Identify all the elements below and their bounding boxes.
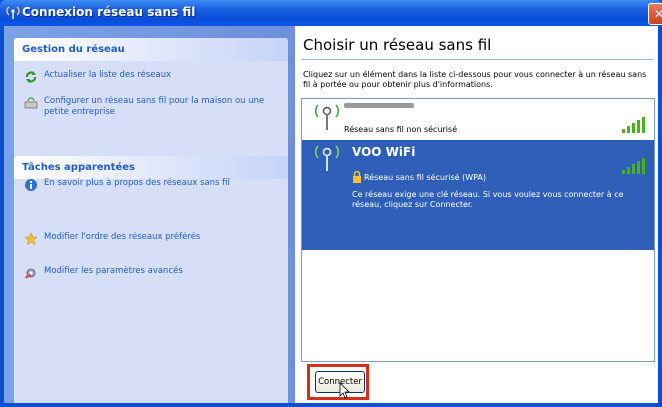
page-title: Choisir un réseau sans fil	[303, 36, 492, 54]
signal-strength-icon	[622, 158, 645, 174]
window-title: Connexion réseau sans fil	[22, 5, 196, 19]
wireless-window: Connexion réseau sans fil ✕ Gestion du r…	[0, 0, 662, 407]
ssid-label	[344, 103, 414, 108]
network-status: Réseau sans fil sécurisé (WPA)	[364, 173, 487, 182]
task-label: En savoir plus à propos des réseaux sans…	[44, 178, 230, 188]
settings-icon	[24, 268, 36, 279]
info-icon	[25, 179, 37, 191]
network-list: Réseau sans fil non sécurisé VOO WiFi Ré…	[301, 98, 655, 362]
lock-icon	[353, 171, 361, 183]
task-advanced-settings[interactable]: Modifier les paramètres avancés	[24, 266, 183, 280]
sidebar: Gestion du réseau Actualiser la liste de…	[4, 26, 295, 403]
antenna-icon	[314, 104, 340, 130]
divider	[301, 59, 653, 60]
main-pane: Choisir un réseau sans fil Cliquez sur u…	[295, 26, 658, 403]
network-status: Réseau sans fil non sécurisé	[344, 125, 458, 134]
title-bar[interactable]: Connexion réseau sans fil ✕	[0, 0, 662, 26]
refresh-icon	[25, 71, 37, 83]
task-label: Actualiser la liste des réseaux	[44, 70, 172, 80]
close-button[interactable]: ✕	[648, 3, 662, 25]
close-icon: ✕	[653, 7, 662, 21]
task-setup-network[interactable]: Configurer un réseau sans fil pour la ma…	[24, 96, 284, 118]
network-item-selected[interactable]: VOO WiFi Réseau sans fil sécurisé (WPA) …	[302, 140, 654, 250]
network-item[interactable]: Réseau sans fil non sécurisé	[302, 99, 654, 139]
panel-title: Gestion du réseau	[14, 38, 288, 61]
task-label: Modifier les paramètres avancés	[44, 266, 183, 276]
star-icon	[24, 232, 38, 246]
task-label: Modifier l'ordre des réseaux préférés	[44, 232, 201, 242]
task-change-order[interactable]: Modifier l'ordre des réseaux préférés	[24, 232, 200, 246]
task-refresh-list[interactable]: Actualiser la liste des réseaux	[24, 70, 171, 84]
wizard-icon	[24, 97, 38, 109]
window-client: Gestion du réseau Actualiser la liste de…	[4, 26, 658, 403]
panel-title: Tâches apparentées	[14, 156, 288, 179]
task-learn-more[interactable]: En savoir plus à propos des réseaux sans…	[24, 178, 230, 192]
mouse-cursor-icon	[339, 382, 350, 399]
wireless-icon	[6, 6, 20, 19]
network-tasks-panel: Gestion du réseau Actualiser la liste de…	[14, 38, 288, 158]
ssid-label: VOO WiFi	[352, 145, 416, 159]
network-description: Ce réseau exige une clé réseau. Si vous …	[352, 190, 624, 209]
signal-strength-icon	[622, 117, 645, 133]
antenna-icon	[314, 145, 340, 171]
related-tasks-panel: Tâches apparentées En savoir plus à prop…	[14, 156, 288, 403]
instructions-text: Cliquez sur un élément dans la liste ci-…	[303, 70, 647, 89]
task-label: Configurer un réseau sans fil pour la ma…	[44, 96, 265, 117]
